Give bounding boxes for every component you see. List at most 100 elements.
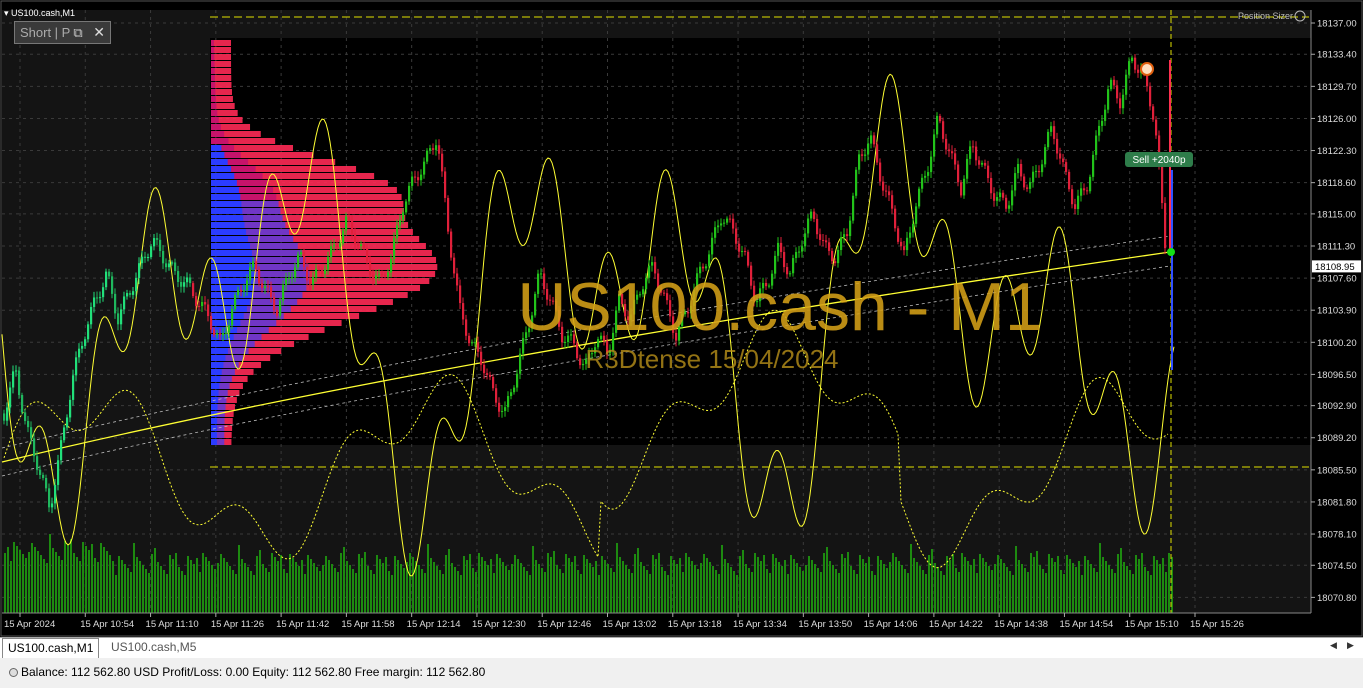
tab-us100-m1[interactable]: US100.cash,M1 (2, 638, 100, 658)
volume-bar (322, 565, 324, 613)
volume-bar (295, 562, 297, 613)
volume-bar (823, 553, 825, 613)
candle-body (24, 412, 27, 421)
volume-bar (211, 565, 213, 613)
volume-bar (679, 558, 681, 613)
volume-bar (787, 574, 789, 613)
volume-bar (343, 547, 345, 613)
x-tick-label: 15 Apr 11:58 (341, 619, 394, 630)
candle-body (921, 177, 924, 189)
volume-bar (856, 574, 858, 613)
volume-bar (544, 572, 546, 613)
volume-bar (766, 569, 768, 613)
volume-bar (85, 546, 87, 613)
volume-bar (172, 559, 174, 613)
volume-bar (931, 549, 933, 613)
candle-body (234, 294, 237, 309)
close-icon[interactable]: ✕ (93, 24, 105, 41)
candle-body (708, 254, 711, 267)
candle-body (84, 339, 87, 346)
volume-bar (745, 564, 747, 613)
volume-bar (700, 563, 702, 613)
candle-body (396, 225, 399, 239)
volume-bar (364, 552, 366, 613)
price-chart[interactable]: US100.cash - M1R3Dtense 15/04/2024 Sell +… (0, 0, 1363, 637)
y-tick-label: 18081.80 (1317, 497, 1357, 508)
volume-bar (943, 575, 945, 613)
volume-bar (472, 568, 474, 613)
candle-body (969, 146, 972, 159)
volume-bar (919, 566, 921, 613)
volume-bar (67, 545, 69, 613)
candle-body (210, 316, 213, 330)
candle-body (195, 296, 198, 306)
volume-bar (910, 544, 912, 613)
volume-bar (298, 566, 300, 613)
volume-bar (808, 556, 810, 613)
volume-bar (970, 565, 972, 613)
volume-bar (1039, 565, 1041, 613)
candle-body (387, 272, 390, 277)
volume-bar (133, 543, 135, 613)
y-tick-label: 18092.90 (1317, 401, 1357, 412)
volume-bar (493, 573, 495, 613)
volume-bar (7, 547, 9, 613)
chart-window[interactable]: US100.cash - M1 R3Dtense 15/04/2024 Sell +… (0, 0, 1363, 637)
y-tick-label: 18085.50 (1317, 465, 1357, 476)
volume-bar (307, 555, 309, 613)
candle-body (945, 138, 948, 150)
restore-icon[interactable]: ⧉ (73, 25, 82, 41)
chart-tabs: US100.cash,M1 US100.cash,M5 ◀ ▶ (0, 637, 1363, 659)
volume-bar (142, 565, 144, 613)
volume-bar (742, 550, 744, 613)
candle-body (132, 291, 135, 295)
volume-bar (1078, 561, 1080, 613)
volume-bar (790, 555, 792, 613)
candle-body (987, 165, 990, 179)
volume-bar (547, 553, 549, 613)
volume-bar (568, 558, 570, 613)
tabs-scroll-right-icon[interactable]: ▶ (1347, 640, 1354, 651)
position-sizer-label: Position Sizer (1238, 11, 1293, 21)
candle-body (432, 148, 435, 150)
candle-body (414, 176, 417, 178)
candle-body (861, 154, 864, 156)
volume-bar (187, 556, 189, 613)
candle-body (408, 185, 411, 202)
candle-body (66, 417, 69, 428)
volume-bar (352, 569, 354, 613)
volume-bar (433, 562, 435, 613)
candle-body (420, 174, 423, 181)
volume-bar (664, 571, 666, 613)
volume-bar (718, 574, 720, 613)
volume-bar (304, 574, 306, 613)
candle-body (855, 169, 858, 196)
candle-body (126, 293, 129, 297)
x-tick-label: 15 Apr 13:02 (603, 619, 657, 630)
candle-body (276, 310, 279, 316)
candle-body (474, 342, 477, 344)
volume-bar (1087, 560, 1089, 613)
candle-body (582, 363, 585, 366)
volume-bar (658, 553, 660, 613)
candle-body (963, 178, 966, 196)
candle-body (846, 234, 849, 237)
candle-body (1077, 195, 1080, 209)
volume-bar (691, 561, 693, 613)
volume-bar (367, 566, 369, 613)
candle-body (864, 154, 867, 156)
volume-profile-bar (211, 362, 224, 368)
tab-us100-m5[interactable]: US100.cash,M5 (106, 638, 201, 657)
y-tick-label: 18089.20 (1317, 433, 1357, 444)
tabs-scroll-left-icon[interactable]: ◀ (1330, 640, 1337, 651)
volume-bar (196, 558, 198, 613)
volume-bar (277, 561, 279, 613)
volume-bar (1054, 562, 1056, 613)
volume-bar (1117, 554, 1119, 613)
candle-body (849, 220, 852, 237)
volume-bar (502, 562, 504, 613)
short-panel[interactable]: Short | P ⧉ ✕ (14, 21, 111, 44)
candle-body (465, 319, 468, 336)
volume-bar (37, 551, 39, 613)
volume-bar (73, 553, 75, 613)
